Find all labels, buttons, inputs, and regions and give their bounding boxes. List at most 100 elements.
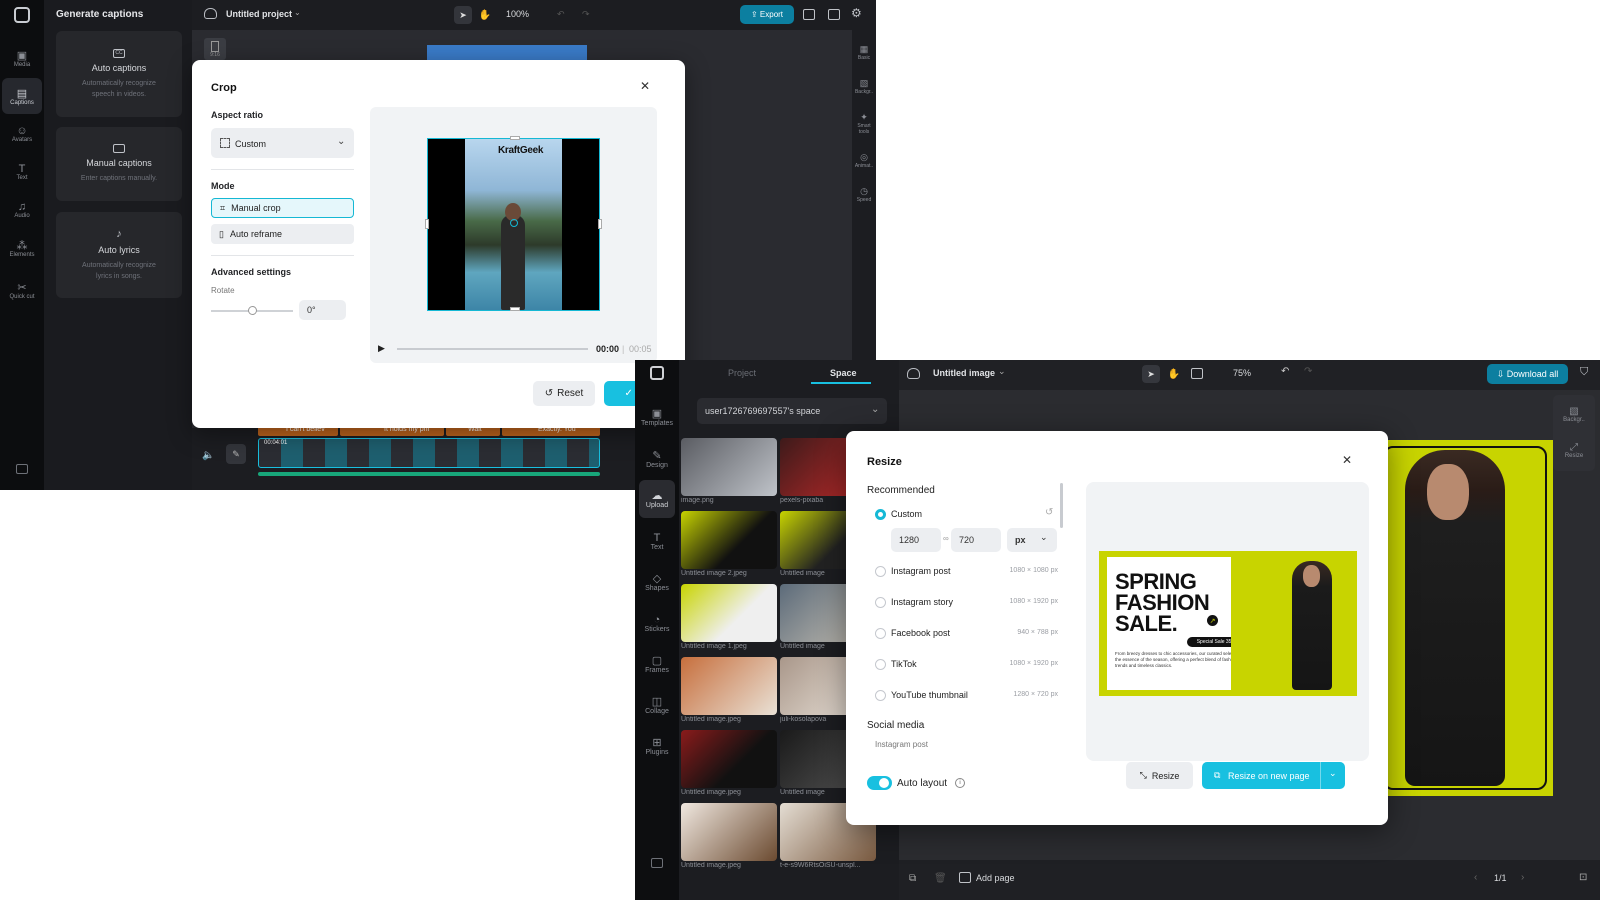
keyboard-icon[interactable] bbox=[651, 858, 663, 868]
tab-space[interactable]: Space bbox=[830, 368, 857, 378]
link-icon[interactable]: ∞ bbox=[943, 534, 949, 543]
width-input[interactable]: 1280 bbox=[891, 528, 941, 552]
asset-thumbnail[interactable] bbox=[681, 511, 777, 569]
tab-project[interactable]: Project bbox=[728, 368, 756, 378]
resize-new-page-button[interactable]: ⧉ Resize on new page ⌄ bbox=[1202, 762, 1345, 789]
tool-speed[interactable]: ◷ Speed bbox=[854, 180, 874, 208]
rail-design[interactable]: ✎ Design bbox=[639, 440, 675, 478]
volume-icon[interactable]: 🔈 bbox=[202, 450, 214, 461]
redo-icon[interactable]: ↷ bbox=[1304, 366, 1312, 377]
rail-stickers[interactable]: ◔ Stickers bbox=[639, 604, 675, 642]
tool-basic[interactable]: ▦ Basic bbox=[854, 38, 874, 66]
layout-icon[interactable] bbox=[828, 9, 840, 20]
preset-name[interactable]: YouTube thumbnail bbox=[891, 690, 968, 700]
canvas-poster-preview[interactable] bbox=[1377, 440, 1553, 796]
asset-thumbnail[interactable] bbox=[681, 438, 777, 496]
crop-handle-top[interactable] bbox=[510, 136, 520, 140]
auto-captions-card[interactable]: CC Auto captions Automatically recognize… bbox=[56, 31, 182, 117]
layers-icon[interactable]: ⧉ bbox=[909, 873, 916, 884]
rail-captions[interactable]: ▤ Captions bbox=[2, 78, 42, 114]
rail-frames[interactable]: ▢ Frames bbox=[639, 645, 675, 683]
rail-audio[interactable]: ♫ Audio bbox=[2, 192, 42, 228]
trash-icon[interactable]: 🗑 bbox=[934, 873, 947, 884]
auto-reframe-button[interactable]: ▯ Auto reframe bbox=[211, 224, 354, 244]
video-clip-strip[interactable] bbox=[258, 438, 600, 468]
asset-thumbnail[interactable] bbox=[681, 730, 777, 788]
export-button[interactable]: ⇪ Export bbox=[740, 5, 794, 24]
fit-screen-icon[interactable]: ⊡ bbox=[1579, 872, 1587, 883]
playback-track[interactable] bbox=[397, 348, 588, 350]
tool-background[interactable]: ▧ Backgr.. bbox=[854, 72, 874, 100]
page-thumb[interactable]: 9:16 bbox=[204, 38, 226, 60]
edit-pencil-icon[interactable]: ✎ bbox=[226, 444, 246, 464]
social-first-item[interactable]: Instagram post bbox=[875, 740, 928, 749]
add-page-button[interactable]: Add page bbox=[976, 873, 1015, 883]
zoom-level[interactable]: 100% bbox=[506, 9, 529, 19]
asset-thumbnail[interactable] bbox=[681, 803, 777, 861]
gear-icon[interactable]: ⚙ bbox=[851, 6, 862, 20]
manual-captions-card[interactable]: Manual captions Enter captions manually. bbox=[56, 127, 182, 201]
radio-preset[interactable] bbox=[875, 690, 886, 701]
shield-icon[interactable]: ⛉ bbox=[1580, 366, 1588, 379]
manual-crop-button[interactable]: ⌗ Manual crop bbox=[211, 198, 354, 218]
play-icon[interactable]: ▶ bbox=[378, 343, 385, 354]
rail-shapes[interactable]: ◇ Shapes bbox=[639, 563, 675, 601]
rotate-input[interactable]: 0° bbox=[299, 300, 346, 320]
rail-text[interactable]: T Text bbox=[2, 154, 42, 190]
info-icon[interactable]: i bbox=[955, 778, 965, 788]
pointer-icon[interactable]: ➤ bbox=[1142, 365, 1160, 383]
audio-track[interactable] bbox=[258, 472, 600, 476]
prev-page-icon[interactable]: ‹ bbox=[1474, 872, 1477, 883]
radio-custom[interactable] bbox=[875, 509, 886, 520]
close-icon[interactable]: ✕ bbox=[637, 78, 653, 94]
crop-handle-left[interactable] bbox=[425, 219, 429, 229]
preset-name[interactable]: TikTok bbox=[891, 659, 917, 669]
zoom-level[interactable]: 75% bbox=[1233, 368, 1251, 378]
project-title[interactable]: Untitled project bbox=[226, 9, 292, 19]
chevron-down-icon[interactable]: ⌄ bbox=[1329, 768, 1337, 779]
project-title[interactable]: Untitled image bbox=[933, 368, 995, 378]
preset-name[interactable]: Facebook post bbox=[891, 628, 950, 638]
crop-handle-right[interactable] bbox=[598, 219, 602, 229]
reset-size-icon[interactable]: ↺ bbox=[1045, 507, 1053, 518]
rail-avatars[interactable]: ☺ Avatars bbox=[2, 116, 42, 152]
chevron-down-icon[interactable]: ⌄ bbox=[294, 8, 301, 17]
tool-resize[interactable]: ⤢ Resize bbox=[1557, 435, 1591, 465]
unit-select[interactable]: px ⌄ bbox=[1007, 528, 1057, 552]
auto-layout-toggle[interactable] bbox=[867, 776, 892, 790]
hand-icon[interactable]: ✋ bbox=[1165, 365, 1183, 383]
reset-button[interactable]: ↺ Reset bbox=[533, 381, 595, 406]
asset-thumbnail[interactable] bbox=[681, 657, 777, 715]
keyboard-icon[interactable] bbox=[16, 464, 28, 474]
rail-elements[interactable]: ⁂ Elements bbox=[2, 230, 42, 266]
preset-name[interactable]: Instagram story bbox=[891, 597, 953, 607]
space-selector[interactable]: user1726769697557's space ⌄ bbox=[697, 398, 887, 424]
rail-media[interactable]: ▣ Media bbox=[2, 40, 42, 76]
radio-preset[interactable] bbox=[875, 597, 886, 608]
hand-icon[interactable]: ✋ bbox=[476, 6, 494, 24]
download-all-button[interactable]: ⇩ Download all bbox=[1487, 364, 1568, 384]
layout-icon[interactable] bbox=[1191, 368, 1203, 379]
asset-thumbnail[interactable] bbox=[681, 584, 777, 642]
crop-frame[interactable]: KraftGeek bbox=[425, 136, 602, 311]
scrollbar[interactable] bbox=[1060, 483, 1063, 528]
rotate-slider-handle[interactable] bbox=[248, 306, 257, 315]
resize-button[interactable]: ⤡ Resize bbox=[1126, 762, 1193, 789]
add-page-icon[interactable] bbox=[959, 872, 971, 883]
rail-collage[interactable]: ◫ Collage bbox=[639, 686, 675, 724]
undo-icon[interactable]: ↶ bbox=[557, 9, 565, 20]
layers-icon[interactable] bbox=[803, 9, 815, 20]
auto-lyrics-card[interactable]: ♪ Auto lyrics Automatically recognize ly… bbox=[56, 212, 182, 298]
rail-text[interactable]: T Text bbox=[639, 522, 675, 560]
next-page-icon[interactable]: › bbox=[1521, 872, 1524, 883]
rail-upload[interactable]: ☁ Upload bbox=[639, 480, 675, 518]
radio-preset[interactable] bbox=[875, 628, 886, 639]
rail-plugins[interactable]: ⊞ Plugins bbox=[639, 727, 675, 765]
redo-icon[interactable]: ↷ bbox=[582, 9, 590, 20]
rail-quick-cut[interactable]: ✂ Quick cut bbox=[2, 268, 42, 312]
aspect-ratio-select[interactable]: Custom ⌄ bbox=[211, 128, 354, 158]
close-icon[interactable]: ✕ bbox=[1339, 452, 1355, 468]
pointer-icon[interactable]: ➤ bbox=[454, 6, 472, 24]
rail-templates[interactable]: ▣ Templates bbox=[639, 398, 675, 436]
tool-animate[interactable]: ◎ Animat.. bbox=[854, 146, 874, 174]
